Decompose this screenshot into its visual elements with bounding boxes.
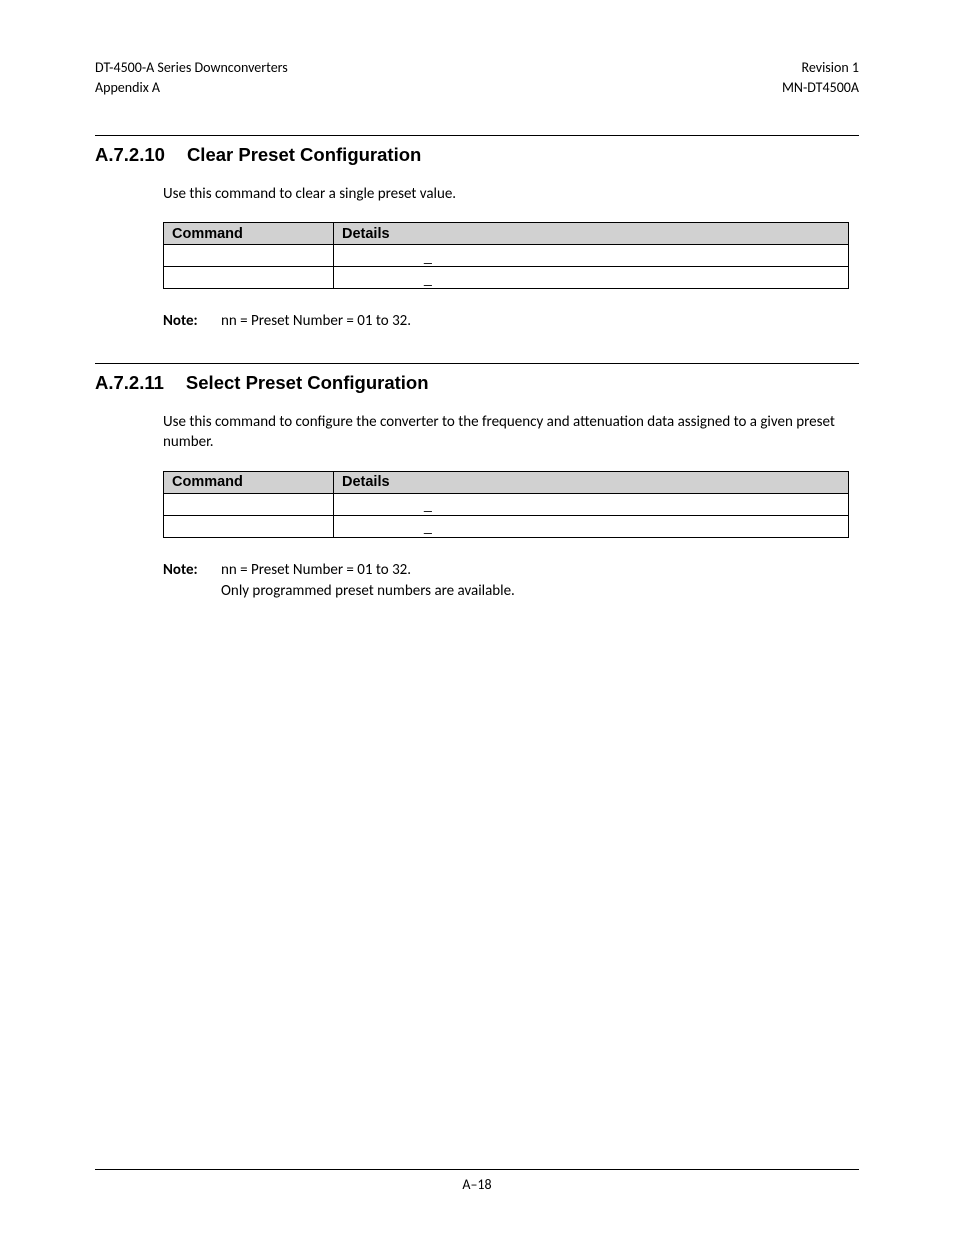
appendix-label: Appendix A xyxy=(95,78,288,98)
section-title: Select Preset Configuration xyxy=(186,372,429,393)
section-rule xyxy=(95,363,859,364)
section-body-clear-preset: Use this command to clear a single prese… xyxy=(95,184,859,333)
header-details: Details xyxy=(334,471,849,493)
header-right: Revision 1 MN-DT4500A xyxy=(782,58,859,97)
table-header-row: Command Details xyxy=(164,471,849,493)
command-table: Command Details _ _ xyxy=(163,471,849,538)
section-body-select-preset: Use this command to configure the conver… xyxy=(95,412,859,603)
table-row: _ xyxy=(164,245,849,267)
note-line: nn = Preset Number = 01 to 32. xyxy=(221,311,849,333)
note-label: Note: xyxy=(163,560,221,604)
section-number: A.7.2.11 xyxy=(95,372,164,394)
cell-command xyxy=(164,245,334,267)
note-label: Note: xyxy=(163,311,221,333)
cell-details: _ xyxy=(334,493,849,515)
section-number: A.7.2.10 xyxy=(95,144,165,166)
doc-code: MN-DT4500A xyxy=(782,78,859,98)
cell-details: _ xyxy=(334,515,849,537)
cell-command xyxy=(164,493,334,515)
header-details: Details xyxy=(334,223,849,245)
page-footer: A–18 xyxy=(95,1169,859,1193)
table-row: _ xyxy=(164,267,849,289)
cell-details: _ xyxy=(334,245,849,267)
cell-command xyxy=(164,267,334,289)
doc-title: DT-4500-A Series Downconverters xyxy=(95,58,288,78)
note-block: Note: nn = Preset Number = 01 to 32. xyxy=(163,311,849,333)
page-number: A–18 xyxy=(462,1176,491,1193)
cell-command xyxy=(164,515,334,537)
section-rule xyxy=(95,135,859,136)
table-row: _ xyxy=(164,515,849,537)
revision-label: Revision 1 xyxy=(782,58,859,78)
section-heading-clear-preset: A.7.2.10 Clear Preset Configuration xyxy=(95,144,859,166)
table-row: _ xyxy=(164,493,849,515)
intro-text: Use this command to configure the conver… xyxy=(163,412,849,453)
command-table: Command Details _ _ xyxy=(163,222,849,289)
note-line: nn = Preset Number = 01 to 32. xyxy=(221,560,849,582)
header-command: Command xyxy=(164,223,334,245)
note-block: Note: nn = Preset Number = 01 to 32. Onl… xyxy=(163,560,849,604)
note-body: nn = Preset Number = 01 to 32. Only prog… xyxy=(221,560,849,604)
header-command: Command xyxy=(164,471,334,493)
footer-rule xyxy=(95,1169,859,1170)
page-header: DT-4500-A Series Downconverters Appendix… xyxy=(95,58,859,97)
note-line: Only programmed preset numbers are avail… xyxy=(221,581,849,603)
intro-text: Use this command to clear a single prese… xyxy=(163,184,849,204)
note-body: nn = Preset Number = 01 to 32. xyxy=(221,311,849,333)
section-title: Clear Preset Configuration xyxy=(187,144,421,165)
section-heading-select-preset: A.7.2.11 Select Preset Configuration xyxy=(95,372,859,394)
header-left: DT-4500-A Series Downconverters Appendix… xyxy=(95,58,288,97)
cell-details: _ xyxy=(334,267,849,289)
table-header-row: Command Details xyxy=(164,223,849,245)
